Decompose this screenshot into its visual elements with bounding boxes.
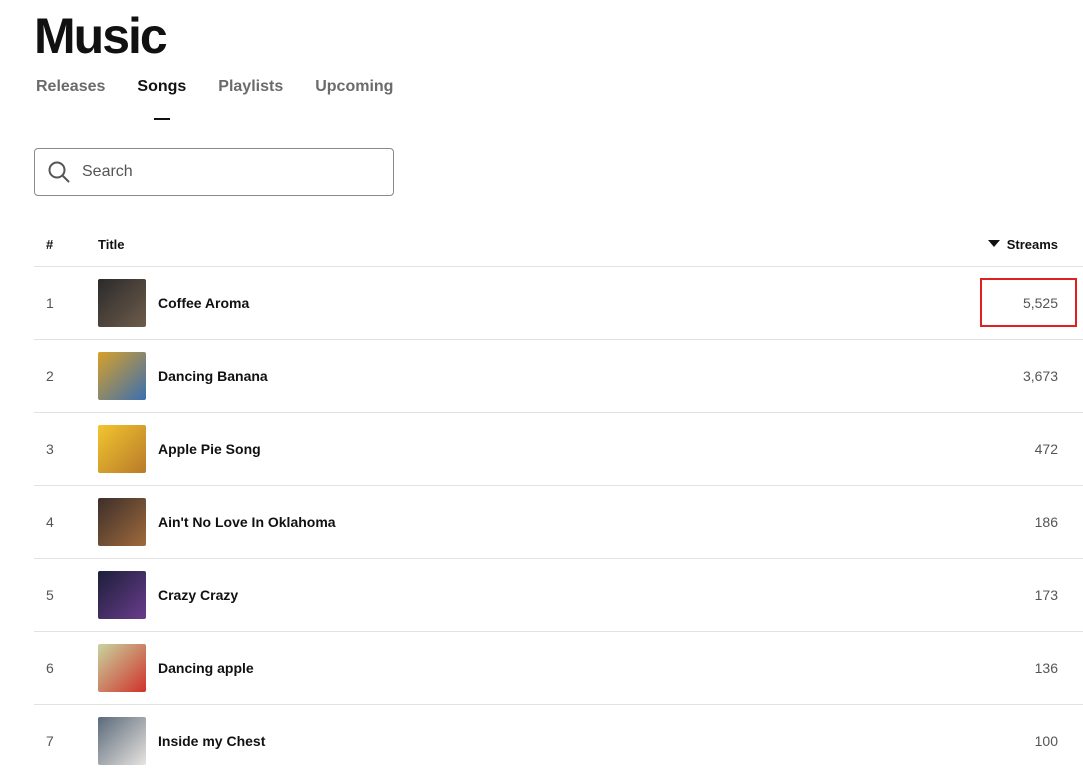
highlight-box [980, 278, 1077, 327]
stream-count: 136 [1034, 660, 1058, 676]
table-row[interactable]: 3 Apple Pie Song 472 [34, 413, 1083, 486]
table-row[interactable]: 4 Ain't No Love In Oklahoma 186 [34, 486, 1083, 559]
stream-count: 472 [1034, 441, 1058, 457]
songs-table: # Title Streams 1 Coffee Aroma 5,525 2 Danci… [34, 222, 1083, 773]
row-title-cell: Coffee Aroma [98, 279, 883, 327]
search-box[interactable] [34, 148, 394, 196]
tab-playlists[interactable]: Playlists [218, 76, 283, 112]
stream-count: 100 [1034, 733, 1058, 749]
search-icon [48, 161, 70, 183]
table-row[interactable]: 7 Inside my Chest 100 [34, 705, 1083, 773]
album-art[interactable] [98, 425, 146, 473]
song-title[interactable]: Dancing apple [158, 660, 254, 676]
song-title[interactable]: Coffee Aroma [158, 295, 249, 311]
header-title[interactable]: Title [98, 237, 883, 252]
search-input[interactable] [82, 163, 372, 181]
row-title-cell: Inside my Chest [98, 717, 883, 765]
song-title[interactable]: Dancing Banana [158, 368, 268, 384]
row-number: 2 [46, 368, 54, 384]
song-title[interactable]: Ain't No Love In Oklahoma [158, 514, 336, 530]
album-art[interactable] [98, 644, 146, 692]
row-title-cell: Dancing Banana [98, 352, 883, 400]
song-title[interactable]: Apple Pie Song [158, 441, 261, 457]
album-art[interactable] [98, 279, 146, 327]
header-streams[interactable]: Streams [883, 237, 1083, 252]
row-title-cell: Crazy Crazy [98, 571, 883, 619]
row-number: 6 [46, 660, 54, 676]
row-number: 3 [46, 441, 54, 457]
stream-count: 3,673 [1022, 368, 1058, 384]
row-title-cell: Dancing apple [98, 644, 883, 692]
tab-releases[interactable]: Releases [36, 76, 105, 112]
tab-songs[interactable]: Songs [137, 76, 186, 112]
album-art[interactable] [98, 571, 146, 619]
row-number: 7 [46, 733, 54, 749]
row-number: 1 [46, 295, 54, 311]
header-num: # [46, 236, 54, 252]
table-row[interactable]: 2 Dancing Banana 3,673 [34, 340, 1083, 413]
table-row[interactable]: 1 Coffee Aroma 5,525 [34, 267, 1083, 340]
table-row[interactable]: 6 Dancing apple 136 [34, 632, 1083, 705]
album-art[interactable] [98, 717, 146, 765]
table-body: 1 Coffee Aroma 5,525 2 Dancing Banana 3,673 3 A… [34, 267, 1083, 773]
table-row[interactable]: 5 Crazy Crazy 173 [34, 559, 1083, 632]
tab-bar: Releases Songs Playlists Upcoming [36, 76, 425, 112]
row-title-cell: Apple Pie Song [98, 425, 883, 473]
row-number: 4 [46, 514, 54, 530]
album-art[interactable] [98, 498, 146, 546]
song-title[interactable]: Inside my Chest [158, 733, 265, 749]
album-art[interactable] [98, 352, 146, 400]
row-title-cell: Ain't No Love In Oklahoma [98, 498, 883, 546]
page-title: Music [34, 8, 168, 64]
song-title[interactable]: Crazy Crazy [158, 587, 238, 603]
stream-count: 173 [1034, 587, 1058, 603]
table-header: # Title Streams [34, 222, 1083, 267]
row-number: 5 [46, 587, 54, 603]
stream-count: 186 [1034, 514, 1058, 530]
header-streams-label: Streams [1006, 236, 1058, 252]
tab-upcoming[interactable]: Upcoming [315, 76, 393, 112]
sort-descending-icon [987, 240, 1000, 247]
